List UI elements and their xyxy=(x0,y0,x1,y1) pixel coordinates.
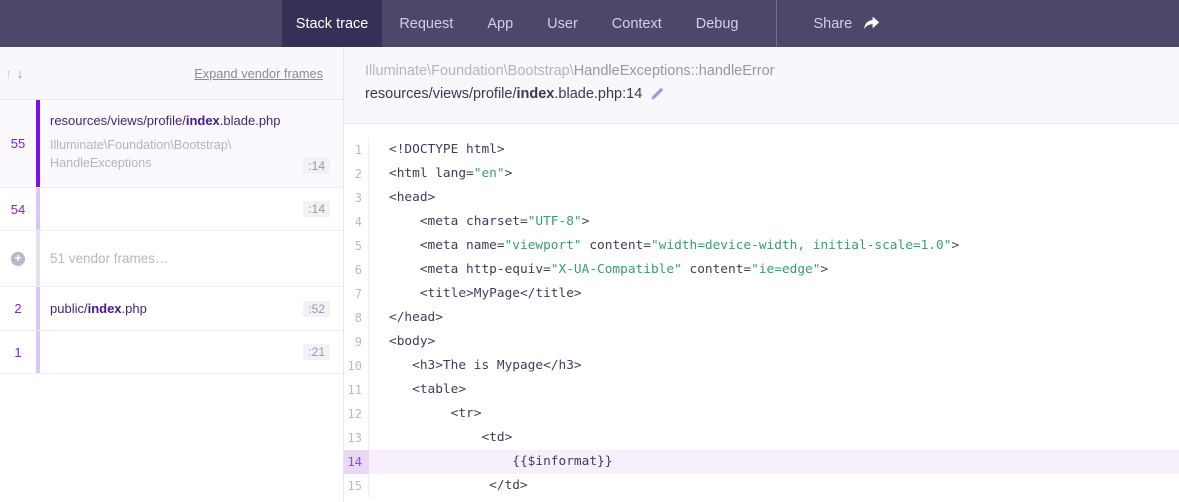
code-line-number: 13 xyxy=(344,426,369,450)
code-line-number: 3 xyxy=(344,186,369,210)
code-line-13: 13 <td> xyxy=(344,426,1179,450)
expand-plus-icon: + xyxy=(0,231,36,286)
edit-pencil-icon[interactable] xyxy=(650,87,664,101)
code-line-text: <meta name="viewport" content="width=dev… xyxy=(369,234,1179,258)
share-button[interactable]: Share xyxy=(797,0,898,47)
stack-trace-sidebar: ↑ ↓ Expand vendor frames 55resources/vie… xyxy=(0,47,344,502)
exception-namespace: Illuminate\Foundation\Bootstrap\ xyxy=(365,63,574,79)
vendor-frames-group[interactable]: +51 vendor frames… xyxy=(0,231,343,287)
frame-number: 54 xyxy=(0,188,36,230)
expand-vendor-frames-link[interactable]: Expand vendor frames xyxy=(194,66,323,81)
tab-request[interactable]: Request xyxy=(382,0,470,47)
share-icon xyxy=(863,16,880,31)
code-line-1: 1<!DOCTYPE html> xyxy=(344,138,1179,162)
next-frame-arrow-icon[interactable]: ↓ xyxy=(17,66,24,81)
code-line-text: <title>MyPage</title> xyxy=(369,282,1179,306)
code-line-text: <tr> xyxy=(369,402,1179,426)
stack-frame-2[interactable]: 2 public/index.php :52 xyxy=(0,287,343,331)
code-line-number: 8 xyxy=(344,306,369,330)
code-line-text: </td> xyxy=(369,474,1179,498)
code-line-text: </head> xyxy=(369,306,1179,330)
code-line-number: 6 xyxy=(344,258,369,282)
code-line-12: 12 <tr> xyxy=(344,402,1179,426)
frame-number: 2 xyxy=(0,287,36,330)
code-viewer: 1<!DOCTYPE html>2<html lang="en">3<head>… xyxy=(344,124,1179,502)
code-line-number: 2 xyxy=(344,162,369,186)
stack-frame-list: 55resources/views/profile/index.blade.ph… xyxy=(0,100,343,502)
code-line-text: <td> xyxy=(369,426,1179,450)
vendor-frames-label: 51 vendor frames… xyxy=(50,244,329,273)
code-line-number: 11 xyxy=(344,378,369,402)
code-line-6: 6 <meta http-equiv="X-UA-Compatible" con… xyxy=(344,258,1179,282)
code-line-text: <!DOCTYPE html> xyxy=(369,138,1179,162)
code-line-number: 15 xyxy=(344,474,369,498)
topbar-tabs: Stack traceRequestAppUserContextDebug xyxy=(282,0,756,47)
frame-file-path: public/index.php xyxy=(50,301,147,316)
code-line-15: 15 </td> xyxy=(344,474,1179,498)
code-line-4: 4 <meta charset="UTF-8"> xyxy=(344,210,1179,234)
code-panel: Illuminate\Foundation\Bootstrap\HandleEx… xyxy=(344,47,1179,502)
topbar-divider xyxy=(776,0,777,47)
frame-content: 51 vendor frames… xyxy=(40,231,343,286)
stack-frame-1[interactable]: 1 :21 xyxy=(0,331,343,374)
code-line-10: 10 <h3>The is Mypage</h3> xyxy=(344,354,1179,378)
frame-content: public/index.php :52 xyxy=(40,287,343,330)
code-line-number: 9 xyxy=(344,330,369,354)
code-line-text: {{$informat}} xyxy=(369,450,1179,474)
code-line-number: 12 xyxy=(344,402,369,426)
code-line-number: 14 xyxy=(344,450,369,474)
tab-stack-trace[interactable]: Stack trace xyxy=(282,0,383,47)
sidebar-header: ↑ ↓ Expand vendor frames xyxy=(0,47,343,100)
prev-frame-arrow-icon[interactable]: ↑ xyxy=(5,66,12,81)
code-line-number: 5 xyxy=(344,234,369,258)
code-line-text: <h3>The is Mypage</h3> xyxy=(369,354,1179,378)
line-number-badge: :52 xyxy=(303,301,330,317)
file-path: resources/views/profile/index.blade.php:… xyxy=(365,86,1179,102)
tab-user[interactable]: User xyxy=(530,0,595,47)
code-line-number: 7 xyxy=(344,282,369,306)
code-line-text: <table> xyxy=(369,378,1179,402)
frame-content: :21 xyxy=(40,331,343,373)
frame-content: resources/views/profile/index.blade.php I… xyxy=(40,100,343,187)
code-line-2: 2<html lang="en"> xyxy=(344,162,1179,186)
code-line-text: <body> xyxy=(369,330,1179,354)
line-number-badge: :14 xyxy=(303,158,330,174)
code-line-text: <head> xyxy=(369,186,1179,210)
frame-number: 1 xyxy=(0,331,36,373)
code-line-3: 3<head> xyxy=(344,186,1179,210)
plus-circle-icon[interactable]: + xyxy=(11,252,25,266)
frame-nav-arrows: ↑ ↓ xyxy=(5,66,24,81)
exception-method: Illuminate\Foundation\Bootstrap\HandleEx… xyxy=(365,63,1179,79)
code-line-text: <meta charset="UTF-8"> xyxy=(369,210,1179,234)
stack-frame-54[interactable]: 54 :14 xyxy=(0,188,343,231)
main-content: ↑ ↓ Expand vendor frames 55resources/vie… xyxy=(0,47,1179,502)
exception-handler: HandleExceptions::handleError xyxy=(574,63,775,79)
tab-app[interactable]: App xyxy=(470,0,530,47)
stack-frame-55[interactable]: 55resources/views/profile/index.blade.ph… xyxy=(0,100,343,188)
frame-content: :14 xyxy=(40,188,343,230)
code-line-number: 4 xyxy=(344,210,369,234)
code-line-7: 7 <title>MyPage</title> xyxy=(344,282,1179,306)
code-line-14: 14 {{$informat}} xyxy=(344,450,1179,474)
tab-debug[interactable]: Debug xyxy=(679,0,756,47)
code-line-number: 10 xyxy=(344,354,369,378)
frame-class-name: Illuminate\Foundation\Bootstrap\HandleEx… xyxy=(50,137,265,173)
code-line-text: <meta http-equiv="X-UA-Compatible" conte… xyxy=(369,258,1179,282)
frame-number: 55 xyxy=(0,100,36,187)
code-line-5: 5 <meta name="viewport" content="width=d… xyxy=(344,234,1179,258)
top-navigation-bar: Stack traceRequestAppUserContextDebug Sh… xyxy=(0,0,1179,47)
code-line-11: 11 <table> xyxy=(344,378,1179,402)
code-line-8: 8</head> xyxy=(344,306,1179,330)
code-line-9: 9<body> xyxy=(344,330,1179,354)
code-line-number: 1 xyxy=(344,138,369,162)
file-header: Illuminate\Foundation\Bootstrap\HandleEx… xyxy=(344,47,1179,124)
code-line-text: <html lang="en"> xyxy=(369,162,1179,186)
frame-file-path: resources/views/profile/index.blade.php xyxy=(50,113,329,128)
line-number-badge: :21 xyxy=(303,344,330,360)
line-number-badge: :14 xyxy=(303,201,330,217)
share-label: Share xyxy=(814,16,853,32)
tab-context[interactable]: Context xyxy=(595,0,679,47)
